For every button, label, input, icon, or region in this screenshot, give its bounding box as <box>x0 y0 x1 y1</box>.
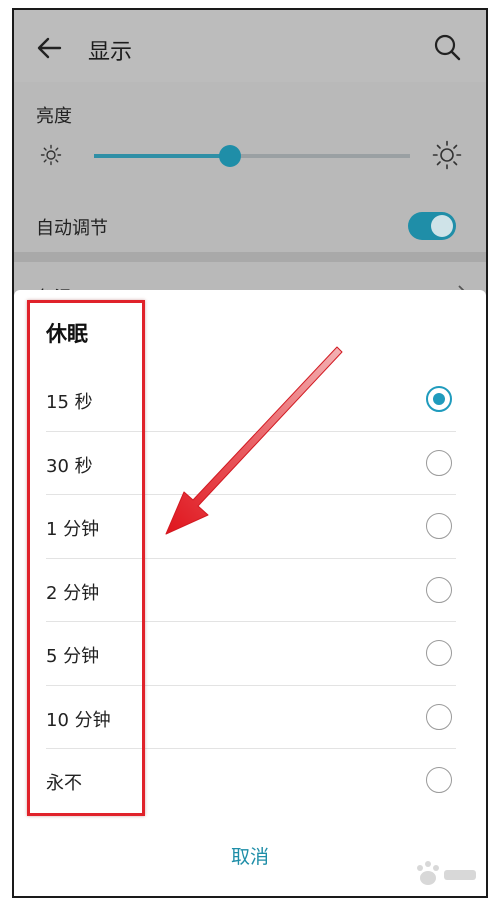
section-divider <box>14 252 486 262</box>
radio-unchecked-icon[interactable] <box>426 513 452 539</box>
page-title: 显示 <box>88 40 133 65</box>
radio-unchecked-icon[interactable] <box>426 640 452 666</box>
radio-unchecked-icon[interactable] <box>426 767 452 793</box>
watermark-logo-icon <box>417 861 476 885</box>
auto-adjust-label: 自动调节 <box>36 218 108 239</box>
brightness-slider[interactable] <box>94 145 410 167</box>
sun-small-icon <box>40 144 62 166</box>
brightness-section: 亮度 自动调节 <box>14 82 486 252</box>
radio-unchecked-icon[interactable] <box>426 703 452 730</box>
app-bar: 显示 <box>14 10 486 82</box>
brightness-slider-thumb[interactable] <box>218 145 241 167</box>
annotation-highlight-box <box>27 300 145 816</box>
radio-checked-icon[interactable] <box>426 386 452 412</box>
brightness-label: 亮度 <box>36 106 72 127</box>
brightness-slider-fill <box>94 154 230 158</box>
search-icon[interactable] <box>432 32 462 62</box>
toggle-knob <box>431 215 453 237</box>
auto-adjust-toggle[interactable] <box>408 212 456 240</box>
sun-large-icon <box>432 140 462 170</box>
radio-unchecked-icon[interactable] <box>426 576 452 603</box>
back-arrow-icon[interactable] <box>34 32 66 64</box>
radio-unchecked-icon[interactable] <box>426 449 452 476</box>
